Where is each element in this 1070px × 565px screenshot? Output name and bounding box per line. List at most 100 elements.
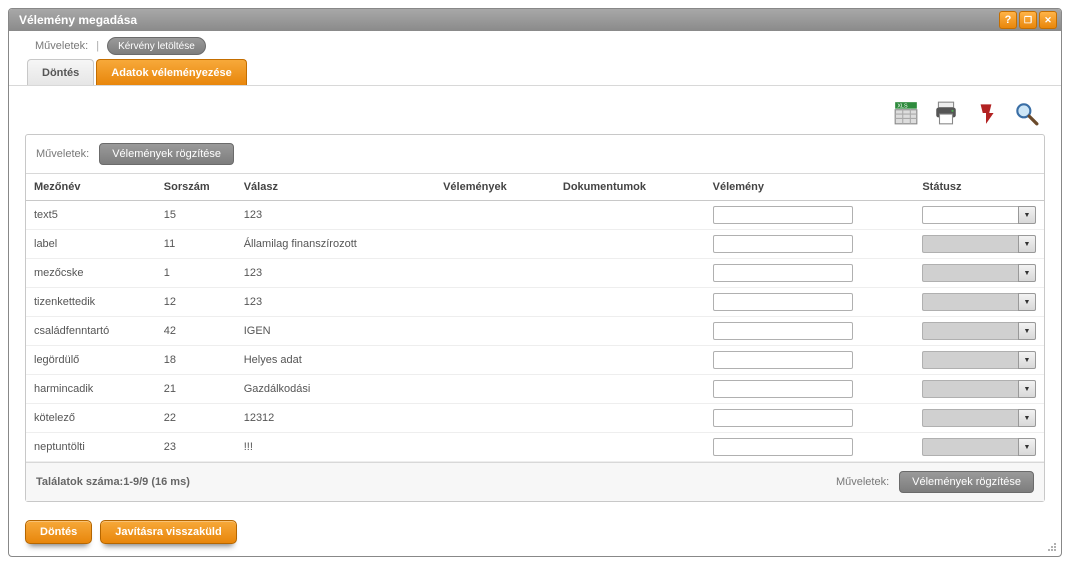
- table-row: legördülő18Helyes adat: [26, 346, 1044, 375]
- cell-sorszam: 22: [156, 404, 236, 433]
- status-value: [922, 409, 1018, 427]
- status-value: [922, 438, 1018, 456]
- tab-review[interactable]: Adatok véleményezése: [96, 59, 246, 85]
- cell-velemenyek: [435, 317, 555, 346]
- chevron-down-icon[interactable]: [1018, 235, 1036, 253]
- results-count: Találatok száma:1-9/9 (16 ms): [36, 476, 190, 488]
- cell-valasz: !!!: [236, 433, 435, 462]
- cell-mezonev: neptuntölti: [26, 433, 156, 462]
- cell-statusz: [914, 375, 1044, 404]
- tab-decision[interactable]: Döntés: [27, 59, 94, 85]
- search-icon[interactable]: [1013, 100, 1039, 126]
- velemeny-input[interactable]: [713, 206, 853, 224]
- record-opinions-button-top[interactable]: Vélemények rögzítése: [99, 143, 234, 165]
- cell-sorszam: 1: [156, 259, 236, 288]
- separator: |: [96, 40, 99, 52]
- cell-sorszam: 15: [156, 201, 236, 230]
- velemeny-input[interactable]: [713, 322, 853, 340]
- status-value: [922, 351, 1018, 369]
- chevron-down-icon[interactable]: [1018, 293, 1036, 311]
- chevron-down-icon[interactable]: [1018, 438, 1036, 456]
- cell-sorszam: 12: [156, 288, 236, 317]
- col-valasz[interactable]: Válasz: [236, 174, 435, 201]
- velemeny-input[interactable]: [713, 409, 853, 427]
- velemeny-input[interactable]: [713, 438, 853, 456]
- status-value: [922, 264, 1018, 282]
- cell-dokumentumok: [555, 201, 705, 230]
- dialog-window: Vélemény megadása Műveletek: | Kérvény l…: [8, 8, 1062, 557]
- cell-mezonev: kötelező: [26, 404, 156, 433]
- cell-valasz: 12312: [236, 404, 435, 433]
- dialog-title: Vélemény megadása: [19, 13, 137, 27]
- top-operations: Műveletek: | Kérvény letöltése: [9, 31, 1061, 59]
- table-row: mezőcske1123: [26, 259, 1044, 288]
- col-dokumentumok[interactable]: Dokumentumok: [555, 174, 705, 201]
- table-row: neptuntölti23!!!: [26, 433, 1044, 462]
- cell-velemenyek: [435, 230, 555, 259]
- grid-panel: Műveletek: Vélemények rögzítése Mezőnév …: [25, 134, 1045, 502]
- cell-mezonev: legördülő: [26, 346, 156, 375]
- col-mezonev[interactable]: Mezőnév: [26, 174, 156, 201]
- cell-velemeny: [705, 288, 915, 317]
- download-request-button[interactable]: Kérvény letöltése: [107, 37, 206, 55]
- panel-footer: Találatok száma:1-9/9 (16 ms) Műveletek:…: [26, 462, 1044, 501]
- cell-velemeny: [705, 259, 915, 288]
- col-sorszam[interactable]: Sorszám: [156, 174, 236, 201]
- chevron-down-icon[interactable]: [1018, 322, 1036, 340]
- cell-mezonev: mezőcske: [26, 259, 156, 288]
- cell-velemenyek: [435, 433, 555, 462]
- status-value[interactable]: [922, 206, 1018, 224]
- cell-mezonev: tizenkettedik: [26, 288, 156, 317]
- print-icon[interactable]: [933, 100, 959, 126]
- cell-velemenyek: [435, 404, 555, 433]
- cell-mezonev: text5: [26, 201, 156, 230]
- chevron-down-icon[interactable]: [1018, 351, 1036, 369]
- cell-velemeny: [705, 201, 915, 230]
- cell-velemeny: [705, 433, 915, 462]
- cell-statusz: [914, 317, 1044, 346]
- maximize-icon[interactable]: [1019, 11, 1037, 29]
- close-icon[interactable]: [1039, 11, 1057, 29]
- velemeny-input[interactable]: [713, 380, 853, 398]
- pin-icon[interactable]: [973, 100, 999, 126]
- chevron-down-icon[interactable]: [1018, 264, 1036, 282]
- col-statusz[interactable]: Státusz: [914, 174, 1044, 201]
- table-row: tizenkettedik12123: [26, 288, 1044, 317]
- velemeny-input[interactable]: [713, 351, 853, 369]
- export-xls-icon[interactable]: XLS: [893, 100, 919, 126]
- panel-footer-ops-label: Műveletek:: [836, 476, 889, 488]
- table-row: családfenntartó42IGEN: [26, 317, 1044, 346]
- chevron-down-icon[interactable]: [1018, 380, 1036, 398]
- send-back-button[interactable]: Javításra visszaküld: [100, 520, 236, 544]
- cell-velemeny: [705, 317, 915, 346]
- cell-statusz: [914, 201, 1044, 230]
- cell-statusz: [914, 230, 1044, 259]
- velemeny-input[interactable]: [713, 264, 853, 282]
- cell-sorszam: 11: [156, 230, 236, 259]
- cell-sorszam: 23: [156, 433, 236, 462]
- cell-valasz: 123: [236, 288, 435, 317]
- record-opinions-button-bottom[interactable]: Vélemények rögzítése: [899, 471, 1034, 493]
- col-velemeny[interactable]: Vélemény: [705, 174, 915, 201]
- cell-velemeny: [705, 375, 915, 404]
- table-row: label11Államilag finanszírozott: [26, 230, 1044, 259]
- help-icon[interactable]: [999, 11, 1017, 29]
- chevron-down-icon[interactable]: [1018, 206, 1036, 224]
- titlebar-buttons: [999, 11, 1057, 29]
- cell-dokumentumok: [555, 230, 705, 259]
- decision-button[interactable]: Döntés: [25, 520, 92, 544]
- cell-valasz: 123: [236, 259, 435, 288]
- col-velemenyek[interactable]: Vélemények: [435, 174, 555, 201]
- panel-ops-label: Műveletek:: [36, 148, 89, 160]
- velemeny-input[interactable]: [713, 293, 853, 311]
- status-value: [922, 293, 1018, 311]
- cell-sorszam: 21: [156, 375, 236, 404]
- velemeny-input[interactable]: [713, 235, 853, 253]
- cell-velemeny: [705, 346, 915, 375]
- chevron-down-icon[interactable]: [1018, 409, 1036, 427]
- cell-dokumentumok: [555, 288, 705, 317]
- cell-dokumentumok: [555, 433, 705, 462]
- resize-handle-icon[interactable]: [1045, 540, 1057, 552]
- content-area: XLS Műveletek: Vélemények rögzítése Mező…: [9, 86, 1061, 508]
- cell-valasz: IGEN: [236, 317, 435, 346]
